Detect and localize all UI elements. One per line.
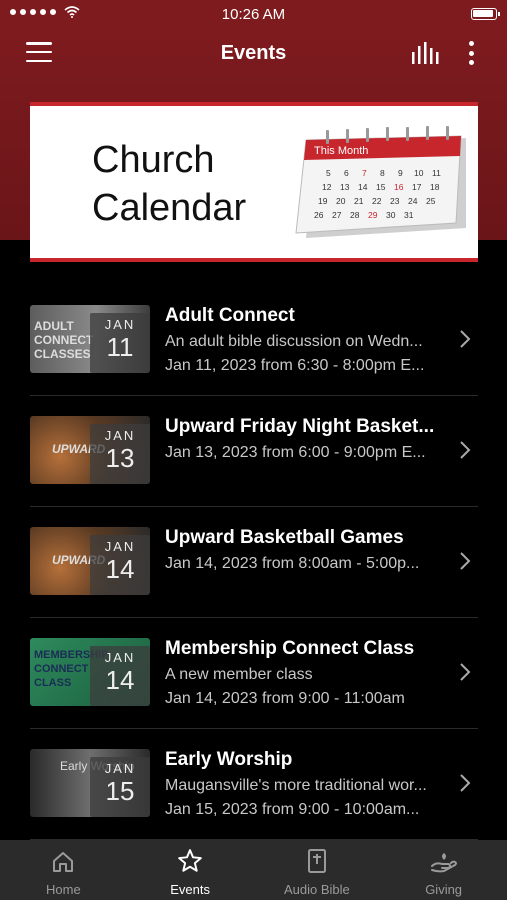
chevron-right-icon — [460, 552, 471, 570]
tab-home[interactable]: Home — [0, 840, 127, 900]
event-thumbnail: MEMBERSHIP CONNECT CLASS JAN 14 — [30, 638, 150, 706]
svg-text:16: 16 — [394, 182, 404, 192]
event-description: An adult bible discussion on Wedn... — [165, 333, 423, 350]
svg-text:22: 22 — [372, 196, 382, 206]
event-datetime: Jan 15, 2023 from 9:00 - 10:00am... — [165, 801, 420, 818]
event-row[interactable]: UPWARD JAN 14 Upward Basketball Games Ja… — [30, 507, 478, 618]
svg-text:27: 27 — [332, 210, 342, 220]
event-row[interactable]: MEMBERSHIP CONNECT CLASS JAN 14 Membersh… — [30, 618, 478, 729]
svg-text:29: 29 — [368, 210, 378, 220]
svg-text:19: 19 — [318, 196, 328, 206]
svg-text:13: 13 — [340, 182, 350, 192]
svg-text:14: 14 — [358, 182, 368, 192]
svg-text:24: 24 — [408, 196, 418, 206]
event-datetime: Jan 14, 2023 from 9:00 - 11:00am — [165, 690, 405, 707]
svg-text:20: 20 — [336, 196, 346, 206]
svg-text:7: 7 — [362, 168, 367, 178]
event-title: Upward Basketball Games — [165, 527, 404, 548]
page-title: Events — [220, 41, 287, 64]
svg-text:15: 15 — [376, 182, 386, 192]
audio-bars-icon[interactable] — [411, 42, 439, 64]
tab-events[interactable]: Events — [127, 840, 254, 900]
event-list: ADULT CONNECT CLASSES JAN 11 Adult Conne… — [30, 285, 478, 840]
bible-icon — [307, 849, 326, 873]
event-date-badge: JAN 13 — [90, 424, 150, 484]
more-options-icon[interactable] — [467, 41, 475, 65]
chevron-right-icon — [460, 663, 471, 681]
wifi-icon — [64, 6, 80, 18]
chevron-right-icon — [460, 330, 471, 348]
svg-text:10: 10 — [414, 168, 424, 178]
event-date-badge: JAN 11 — [90, 313, 150, 373]
signal-indicator — [10, 6, 80, 18]
church-calendar-banner[interactable]: Church Calendar This Month 5 6 7 8 9 10 11 12 1… — [30, 102, 478, 262]
event-date-badge: JAN 14 — [90, 535, 150, 595]
hamburger-menu-icon[interactable] — [26, 42, 52, 62]
status-bar: 10:26 AM — [0, 0, 507, 28]
event-row[interactable]: UPWARD JAN 13 Upward Friday Night Basket… — [30, 396, 478, 507]
svg-text:9: 9 — [398, 168, 403, 178]
svg-text:5: 5 — [326, 168, 331, 178]
svg-text:28: 28 — [350, 210, 360, 220]
battery-icon — [471, 8, 500, 20]
navigation-bar: Events — [0, 28, 507, 78]
event-thumbnail: Early Worship JAN 15 — [30, 749, 150, 817]
banner-title: Church Calendar — [92, 139, 247, 229]
svg-text:26: 26 — [314, 210, 324, 220]
event-title: Adult Connect — [165, 305, 295, 326]
svg-text:23: 23 — [390, 196, 400, 206]
event-description: A new member class — [165, 666, 313, 683]
event-row[interactable]: Early Worship JAN 15 Early Worship Mauga… — [30, 729, 478, 840]
svg-text:8: 8 — [380, 168, 385, 178]
svg-text:This Month: This Month — [314, 145, 368, 157]
event-datetime: Jan 14, 2023 from 8:00am - 5:00p... — [165, 555, 420, 572]
event-date-badge: JAN 15 — [90, 757, 150, 817]
svg-text:6: 6 — [344, 168, 349, 178]
event-date-badge: JAN 14 — [90, 646, 150, 706]
svg-text:17: 17 — [412, 182, 422, 192]
event-title: Membership Connect Class — [165, 638, 415, 659]
calendar-illustration-icon: This Month 5 6 7 8 9 10 11 12 13 14 15 16 17 18 19 20… — [295, 126, 466, 238]
svg-text:31: 31 — [404, 210, 414, 220]
tab-audio-bible[interactable]: Audio Bible — [254, 840, 381, 900]
event-title: Early Worship — [165, 749, 293, 770]
star-icon — [178, 849, 202, 872]
status-time: 10:26 AM — [221, 5, 286, 23]
chevron-right-icon — [460, 441, 471, 459]
tab-bar: Home Events Audio Bible Giving — [0, 840, 507, 900]
event-row[interactable]: ADULT CONNECT CLASSES JAN 11 Adult Conne… — [30, 285, 478, 396]
event-title: Upward Friday Night Basket... — [165, 416, 435, 437]
svg-text:12: 12 — [322, 182, 332, 192]
event-thumbnail: UPWARD JAN 13 — [30, 416, 150, 484]
event-datetime: Jan 11, 2023 from 6:30 - 8:00pm E... — [165, 357, 425, 374]
home-icon — [53, 852, 74, 872]
chevron-right-icon — [460, 774, 471, 792]
event-datetime: Jan 13, 2023 from 6:00 - 9:00pm E... — [165, 444, 426, 461]
svg-text:11: 11 — [432, 168, 441, 178]
svg-text:25: 25 — [426, 196, 436, 206]
event-thumbnail: ADULT CONNECT CLASSES JAN 11 — [30, 305, 150, 373]
svg-text:18: 18 — [430, 182, 440, 192]
giving-icon — [430, 853, 457, 873]
event-description: Maugansville's more traditional wor... — [165, 777, 427, 794]
tab-giving[interactable]: Giving — [380, 840, 507, 900]
event-thumbnail: UPWARD JAN 14 — [30, 527, 150, 595]
svg-text:21: 21 — [354, 196, 364, 206]
svg-text:30: 30 — [386, 210, 396, 220]
